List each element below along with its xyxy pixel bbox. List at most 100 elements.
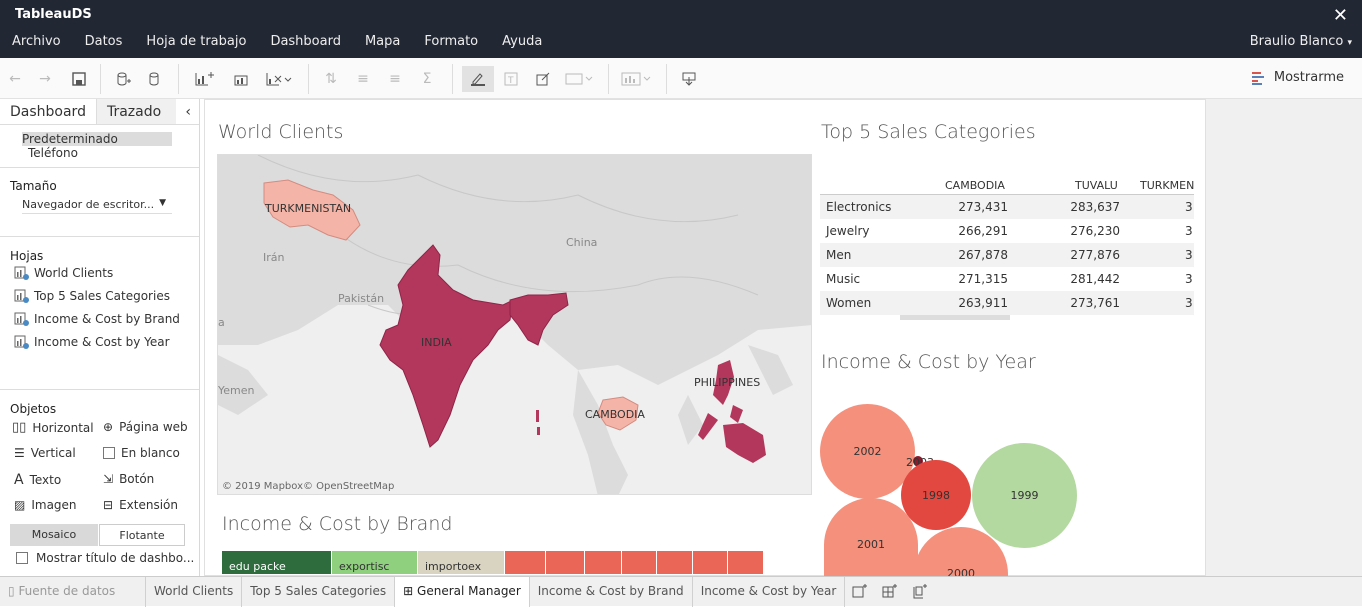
cell-turkmen: 3 bbox=[1185, 296, 1193, 310]
brand-cell[interactable]: exportisc bbox=[332, 551, 417, 574]
new-worksheet-icon[interactable] bbox=[190, 66, 222, 92]
device-phone[interactable]: Teléfono bbox=[22, 146, 172, 160]
row-category: Jewelry bbox=[826, 224, 870, 238]
sheet-item-top-5-sales[interactable]: Top 5 Sales Categories bbox=[14, 289, 170, 303]
brand-cell[interactable]: importoex bbox=[418, 551, 504, 574]
object-image[interactable]: ▨ Imagen bbox=[14, 498, 77, 512]
bubble-1998[interactable]: 1998 bbox=[901, 460, 971, 530]
object-extension[interactable]: ⊟ Extensión bbox=[103, 498, 178, 512]
svg-text:T: T bbox=[507, 76, 514, 86]
sheet-item-world-clients[interactable]: World Clients bbox=[14, 266, 113, 280]
brand-cell[interactable] bbox=[693, 551, 727, 574]
brand-cell[interactable] bbox=[657, 551, 692, 574]
size-select[interactable]: Navegador de escritor... ▼ bbox=[22, 196, 172, 214]
show-me-button[interactable]: Mostrarme bbox=[1251, 70, 1344, 85]
tab-dashboard[interactable]: Dashboard bbox=[0, 99, 96, 124]
menu-ayuda[interactable]: Ayuda bbox=[490, 33, 554, 51]
brand-cell[interactable] bbox=[505, 551, 545, 574]
object-horizontal[interactable]: ▯▯ Horizontal bbox=[12, 420, 94, 435]
extension-icon: ⊟ bbox=[103, 498, 114, 512]
bubble-1999[interactable]: 1999 bbox=[972, 443, 1077, 548]
divider bbox=[0, 167, 199, 168]
table-row[interactable]: Jewelry 266,291 276,230 3 bbox=[820, 219, 1194, 243]
undo-icon[interactable]: ← bbox=[2, 66, 28, 92]
column-header-turkmen[interactable]: TURKMEN bbox=[1140, 179, 1194, 192]
horizontal-scrollbar[interactable] bbox=[900, 315, 1010, 320]
brand-cell[interactable] bbox=[728, 551, 763, 574]
caret-down-icon: ▼ bbox=[159, 198, 166, 208]
new-data-source-icon[interactable] bbox=[110, 66, 136, 92]
new-worksheet-icon[interactable] bbox=[845, 577, 875, 607]
user-menu[interactable]: Braulio Blanco ▾ bbox=[1250, 33, 1352, 52]
divider bbox=[0, 389, 199, 390]
object-web-page[interactable]: ⊕ Página web bbox=[103, 420, 188, 434]
brand-cell[interactable] bbox=[546, 551, 584, 574]
fit-icon[interactable] bbox=[562, 66, 596, 92]
show-me-label: Mostrarme bbox=[1273, 70, 1344, 85]
swap-icon[interactable]: ⇅ bbox=[318, 66, 344, 92]
dashboard-sidebar: Dashboard Trazado ‹ Predeterminado Teléf… bbox=[0, 99, 200, 576]
sheet-item-income-cost-year[interactable]: Income & Cost by Year bbox=[14, 335, 170, 349]
bubble-2002[interactable]: 2002 bbox=[820, 404, 915, 499]
brand-cell[interactable]: edu packe bbox=[222, 551, 331, 574]
redo-icon[interactable]: → bbox=[32, 66, 58, 92]
download-icon[interactable] bbox=[676, 66, 702, 92]
sheet-item-income-cost-brand[interactable]: Income & Cost by Brand bbox=[14, 312, 180, 326]
object-vertical[interactable]: ☰ Vertical bbox=[14, 446, 76, 460]
tab-income-cost-brand[interactable]: Income & Cost by Brand bbox=[530, 577, 693, 607]
pause-updates-icon[interactable] bbox=[142, 66, 168, 92]
duplicate-sheet-icon[interactable] bbox=[228, 66, 254, 92]
object-button[interactable]: ⇲ Botón bbox=[103, 472, 154, 486]
table-row[interactable]: Men 267,878 277,876 3 bbox=[820, 243, 1194, 267]
table-row[interactable]: Electronics 273,431 283,637 3 bbox=[820, 195, 1194, 219]
new-story-icon[interactable] bbox=[905, 577, 935, 607]
sort-ascending-icon[interactable]: ≡ bbox=[350, 66, 376, 92]
map-label-partial: a bbox=[218, 316, 225, 329]
menu-archivo[interactable]: Archivo bbox=[0, 33, 73, 51]
tab-trazado[interactable]: Trazado bbox=[95, 99, 176, 124]
sheet-label: Top 5 Sales Categories bbox=[34, 289, 170, 303]
column-header-cambodia[interactable]: CAMBODIA bbox=[945, 179, 1005, 192]
tab-world-clients[interactable]: World Clients bbox=[146, 577, 243, 607]
show-cards-icon[interactable] bbox=[618, 66, 654, 92]
object-blank[interactable]: En blanco bbox=[103, 446, 180, 460]
clear-sheet-icon[interactable] bbox=[262, 66, 296, 92]
save-icon[interactable] bbox=[66, 66, 92, 92]
menu-hoja-de-trabajo[interactable]: Hoja de trabajo bbox=[134, 33, 258, 51]
tab-data-source[interactable]: ▯ Fuente de datos bbox=[0, 577, 146, 607]
device-default[interactable]: Predeterminado bbox=[22, 132, 172, 146]
sheet-icon bbox=[14, 289, 29, 303]
new-dashboard-icon[interactable] bbox=[875, 577, 905, 607]
menu-formato[interactable]: Formato bbox=[412, 33, 490, 51]
menu-dashboard[interactable]: Dashboard bbox=[258, 33, 353, 51]
tab-top-5-sales[interactable]: Top 5 Sales Categories bbox=[242, 577, 396, 607]
highlight-icon[interactable] bbox=[462, 66, 494, 92]
floating-toggle[interactable]: Flotante bbox=[99, 524, 185, 546]
show-title-checkbox[interactable]: Mostrar título de dashbo... bbox=[16, 551, 194, 565]
fix-axes-icon[interactable] bbox=[530, 66, 556, 92]
row-category: Men bbox=[826, 248, 852, 262]
sort-descending-icon[interactable]: ≡ bbox=[382, 66, 408, 92]
tiled-toggle[interactable]: Mosaico bbox=[10, 524, 98, 546]
sheet-label: Income & Cost by Brand bbox=[34, 312, 180, 326]
object-text[interactable]: A Texto bbox=[14, 472, 61, 488]
map-label-india: INDIA bbox=[421, 336, 452, 349]
tab-general-manager[interactable]: ⊞ General Manager bbox=[395, 577, 530, 607]
table-row[interactable]: Women 263,911 273,761 3 bbox=[820, 291, 1194, 315]
row-category: Electronics bbox=[826, 200, 892, 214]
map-label-turkmenistan: TURKMENISTAN bbox=[265, 202, 352, 215]
column-header-tuvalu[interactable]: TUVALU bbox=[1075, 179, 1118, 192]
labels-icon[interactable]: T bbox=[498, 66, 524, 92]
collapse-chevron-icon[interactable]: ‹ bbox=[185, 99, 199, 124]
world-clients-map[interactable]: TURKMENISTAN Irán Pakistán China INDIA C… bbox=[217, 154, 812, 495]
menu-datos[interactable]: Datos bbox=[73, 33, 135, 51]
totals-icon[interactable]: Σ bbox=[414, 66, 440, 92]
table-row[interactable]: Music 271,315 281,442 3 bbox=[820, 267, 1194, 291]
cell-tuvalu: 281,442 bbox=[1070, 272, 1120, 286]
cell-turkmen: 3 bbox=[1185, 200, 1193, 214]
brand-cell[interactable] bbox=[622, 551, 656, 574]
brand-cell[interactable] bbox=[585, 551, 621, 574]
close-icon[interactable]: ✕ bbox=[1333, 5, 1348, 26]
tab-income-cost-year[interactable]: Income & Cost by Year bbox=[693, 577, 846, 607]
menu-mapa[interactable]: Mapa bbox=[353, 33, 412, 51]
